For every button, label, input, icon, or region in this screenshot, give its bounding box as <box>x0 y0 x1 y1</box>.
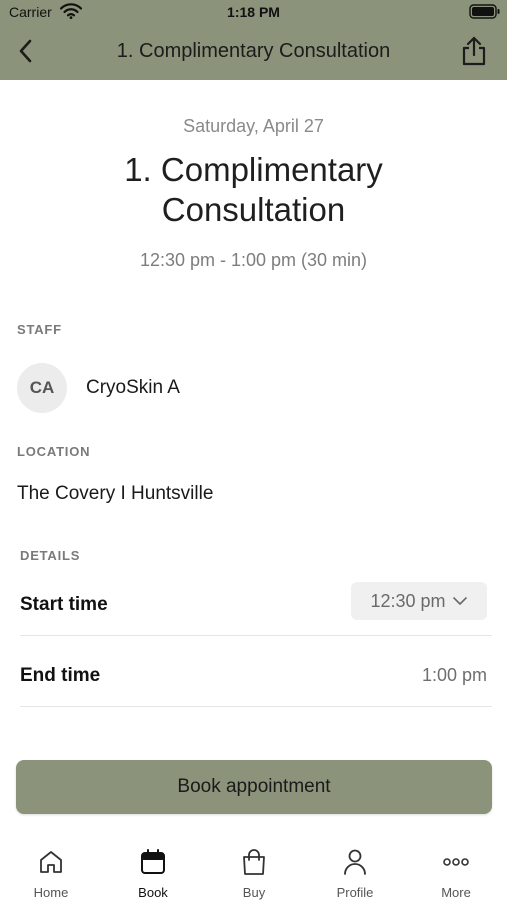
nav-title: 1. Complimentary Consultation <box>116 40 391 62</box>
tab-profile[interactable]: Profile <box>315 848 395 900</box>
status-bar: Carrier 1:18 PM <box>0 0 507 24</box>
shopping-bag-icon <box>243 849 265 875</box>
appointment-date: Saturday, April 27 <box>183 116 324 136</box>
appointment-time-range: 12:30 pm - 1:00 pm (30 min) <box>139 250 368 270</box>
tab-more-label: More <box>441 885 471 900</box>
tab-profile-label: Profile <box>336 885 374 900</box>
start-time-label: Start time <box>20 594 108 615</box>
book-appointment-button[interactable]: Book appointment <box>16 760 492 814</box>
chevron-left-icon <box>19 39 32 63</box>
end-time-label: End time <box>20 665 101 686</box>
person-icon <box>344 849 366 875</box>
details-section-label: DETAILS <box>20 548 81 563</box>
appointment-details: Saturday, April 27 1. Complimentary Cons… <box>0 80 507 732</box>
nav-header: Carrier 1:18 PM 1. Complimentary Consult… <box>0 0 507 80</box>
home-icon <box>40 851 62 873</box>
start-time-row: Start time 12:30 pm <box>20 570 492 636</box>
more-icon <box>443 858 469 866</box>
tab-home[interactable]: Home <box>11 848 91 900</box>
back-button[interactable] <box>12 36 38 66</box>
end-time-row: End time 1:00 pm <box>20 641 492 707</box>
status-time: 1:18 PM <box>227 4 280 20</box>
start-time-picker[interactable]: 12:30 pm <box>351 582 487 620</box>
staff-name: CryoSkin A <box>86 377 180 398</box>
appointment-title: 1. Complimentary Consultation <box>124 151 383 228</box>
tab-book[interactable]: Book <box>113 848 193 900</box>
chevron-down-icon <box>452 597 467 605</box>
calendar-icon <box>141 849 165 874</box>
location-section-label: LOCATION <box>17 444 91 459</box>
book-area: Book appointment <box>0 732 507 828</box>
staff-section-label: STAFF <box>17 322 62 337</box>
tab-bar: Home Book Buy Profile More <box>0 836 507 900</box>
tab-more[interactable]: More <box>416 848 496 900</box>
share-button[interactable] <box>459 35 489 67</box>
tab-buy-label: Buy <box>242 885 266 900</box>
end-time-value: 1:00 pm <box>421 665 487 685</box>
staff-avatar: CA <box>17 363 67 413</box>
tab-home-label: Home <box>33 885 69 900</box>
location-name: The Covery I Huntsville <box>17 483 214 504</box>
clipped-row <box>20 725 480 732</box>
battery-icon <box>469 4 501 19</box>
start-time-value: 12:30 pm <box>370 590 446 611</box>
tab-book-label: Book <box>138 885 168 900</box>
share-icon <box>462 36 486 66</box>
tab-buy[interactable]: Buy <box>214 848 294 900</box>
